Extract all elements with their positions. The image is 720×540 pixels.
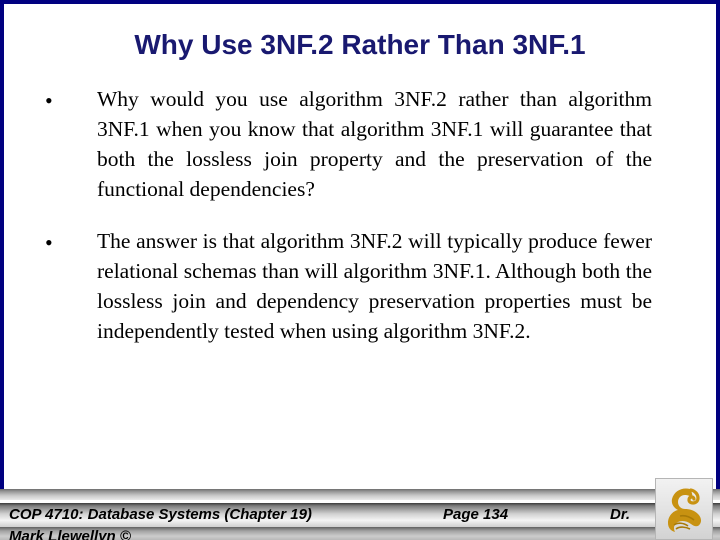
slide-canvas: Why Use 3NF.2 Rather Than 3NF.1 • Why wo…	[0, 0, 720, 540]
bullet-text-1: Why would you use algorithm 3NF.2 rather…	[97, 87, 652, 201]
slide-footer: COP 4710: Database Systems (Chapter 19) …	[0, 489, 720, 540]
footer-author-prefix: Dr.	[610, 506, 631, 523]
bullet-point-icon: •	[45, 230, 53, 255]
slide-border-top	[0, 0, 720, 4]
footer-course-label: COP 4710: Database Systems (Chapter 19)	[9, 506, 312, 523]
bullet-text-2: The answer is that algorithm 3NF.2 will …	[97, 229, 652, 343]
ucf-pegasus-logo	[655, 478, 713, 540]
footer-text-row: COP 4710: Database Systems (Chapter 19) …	[0, 503, 720, 527]
footer-page-number: Page 134	[443, 506, 509, 523]
bullet-list: • Why would you use algorithm 3NF.2 rath…	[0, 84, 720, 368]
slide-title: Why Use 3NF.2 Rather Than 3NF.1	[134, 29, 586, 60]
list-item: • Why would you use algorithm 3NF.2 rath…	[0, 84, 720, 204]
list-item: • The answer is that algorithm 3NF.2 wil…	[0, 226, 720, 346]
footer-author-name: Mark Llewellyn ©	[9, 528, 131, 540]
footer-bar-top	[0, 489, 720, 500]
bullet-point-icon: •	[45, 88, 53, 113]
